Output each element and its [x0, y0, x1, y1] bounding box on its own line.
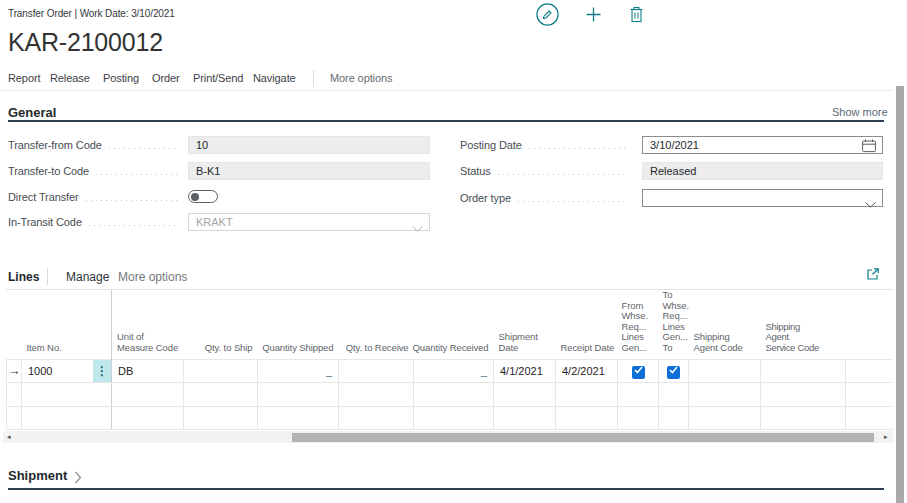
posting-date-field[interactable]: 3/10/2021	[642, 136, 883, 154]
calendar-icon[interactable]	[862, 139, 876, 157]
chevron-right-icon[interactable]	[74, 470, 82, 488]
col-qty-to-ship[interactable]: Qty. to Ship	[184, 290, 258, 359]
col-quantity-shipped[interactable]: Quantity Shipped	[258, 290, 339, 359]
cell-shipment-date[interactable]: 4/1/2021	[494, 359, 556, 383]
delete-trash-icon[interactable]	[629, 6, 644, 27]
grid-header-row: Item No. Unit of Measure Code Qty. to Sh…	[7, 290, 894, 359]
field-label-in-transit: In-Transit Code	[8, 213, 186, 231]
cell-shipping-agent-code[interactable]	[689, 359, 761, 383]
lines-divider	[47, 268, 48, 285]
menu-release[interactable]: Release	[50, 72, 90, 84]
general-heading[interactable]: General	[8, 105, 56, 120]
shipment-heading[interactable]: Shipment	[8, 468, 67, 483]
lines-grid: Item No. Unit of Measure Code Qty. to Sh…	[6, 289, 893, 430]
shipment-divider	[8, 488, 884, 490]
col-shipping-agent-service[interactable]: Shipping Agent Service Code	[761, 290, 846, 359]
menu-divider	[313, 70, 314, 87]
menu-navigate[interactable]: Navigate	[253, 72, 296, 84]
cell-item-no[interactable]: 1000 ⋮	[22, 359, 112, 383]
lines-heading[interactable]: Lines	[8, 270, 39, 284]
transfer-order-page: Transfer Order | Work Date: 3/10/2021 KA…	[0, 0, 907, 503]
menu-more-options[interactable]: More options	[330, 72, 392, 84]
cell-qty-to-receive[interactable]	[339, 359, 414, 383]
direct-transfer-toggle[interactable]	[188, 190, 218, 203]
field-label-status: Status	[460, 162, 636, 180]
add-plus-icon[interactable]	[586, 7, 601, 26]
menu-posting[interactable]: Posting	[103, 72, 139, 84]
cell-quantity-received[interactable]: _	[414, 359, 494, 383]
window-caption: Transfer Order | Work Date: 3/10/2021	[8, 8, 175, 19]
in-transit-code-field[interactable]: KRAKT	[188, 213, 430, 231]
lines-more-options[interactable]: More options	[118, 270, 187, 284]
cell-to-whse-checkbox[interactable]	[659, 359, 689, 383]
checkbox-checked-icon	[667, 366, 680, 379]
field-label-transfer-to: Transfer-to Code	[8, 162, 186, 180]
chevron-down-icon[interactable]	[412, 220, 423, 236]
status-field: Released	[642, 162, 883, 180]
order-type-field[interactable]	[642, 189, 883, 207]
edit-pencil-icon[interactable]	[536, 3, 559, 30]
col-uom[interactable]: Unit of Measure Code	[112, 290, 184, 359]
cell-from-whse-checkbox[interactable]	[618, 359, 659, 383]
menu-print-send[interactable]: Print/Send	[193, 72, 243, 84]
transfer-from-code-field[interactable]: 10	[188, 136, 430, 154]
row-indicator: →	[7, 359, 22, 383]
col-quantity-received[interactable]: Quantity Received	[414, 290, 494, 359]
lines-manage[interactable]: Manage	[66, 270, 109, 284]
page-title: KAR-2100012	[8, 28, 163, 57]
cell-uom[interactable]: DB	[112, 359, 184, 383]
chevron-down-icon[interactable]	[865, 196, 876, 212]
col-receipt-date[interactable]: Receipt Date	[556, 290, 618, 359]
cell-receipt-date[interactable]: 4/2/2021	[556, 359, 618, 383]
cell-extra	[846, 359, 894, 383]
col-arrow	[7, 290, 22, 359]
general-divider	[8, 120, 884, 122]
field-label-posting-date: Posting Date	[460, 136, 636, 154]
col-qty-to-receive[interactable]: Qty. to Receive	[339, 290, 414, 359]
field-label-direct-transfer: Direct Transfer	[8, 188, 186, 206]
action-bar-border	[0, 90, 893, 91]
grid-row-1[interactable]: → 1000 ⋮ DB _ _ 4/1/2021 4/2/2021	[7, 359, 894, 383]
cell-qty-to-ship[interactable]	[184, 359, 258, 383]
open-in-excel-icon[interactable]	[866, 267, 880, 285]
vertical-scrollbar-thumb[interactable]	[896, 86, 904, 503]
menu-report[interactable]: Report	[8, 72, 40, 84]
grid-empty-row[interactable]	[7, 383, 894, 407]
scroll-left-icon[interactable]: ◂	[7, 433, 11, 441]
show-more-link[interactable]: Show more	[832, 106, 888, 118]
col-from-whse[interactable]: From Whse. Req... Lines Gen...	[618, 290, 659, 359]
cell-quantity-shipped[interactable]: _	[258, 359, 339, 383]
checkbox-checked-icon	[632, 366, 645, 379]
field-label-order-type: Order type	[460, 189, 636, 207]
horizontal-scrollbar-thumb[interactable]	[292, 433, 874, 442]
transfer-to-code-field[interactable]: B-K1	[188, 162, 430, 180]
col-to-whse[interactable]: To Whse. Req... Lines Gen... To	[659, 290, 689, 359]
scroll-right-icon[interactable]: ▸	[884, 433, 888, 441]
col-extra	[846, 290, 894, 359]
menu-order[interactable]: Order	[152, 72, 180, 84]
grid-empty-row[interactable]	[7, 406, 894, 430]
col-item-no[interactable]: Item No.	[22, 290, 112, 359]
cell-shipping-agent-service[interactable]	[761, 359, 846, 383]
row-menu-icon[interactable]: ⋮	[93, 360, 111, 383]
col-shipping-agent-code[interactable]: Shipping Agent Code	[689, 290, 761, 359]
field-label-transfer-from: Transfer-from Code	[8, 136, 186, 154]
col-shipment-date[interactable]: Shipment Date	[494, 290, 556, 359]
